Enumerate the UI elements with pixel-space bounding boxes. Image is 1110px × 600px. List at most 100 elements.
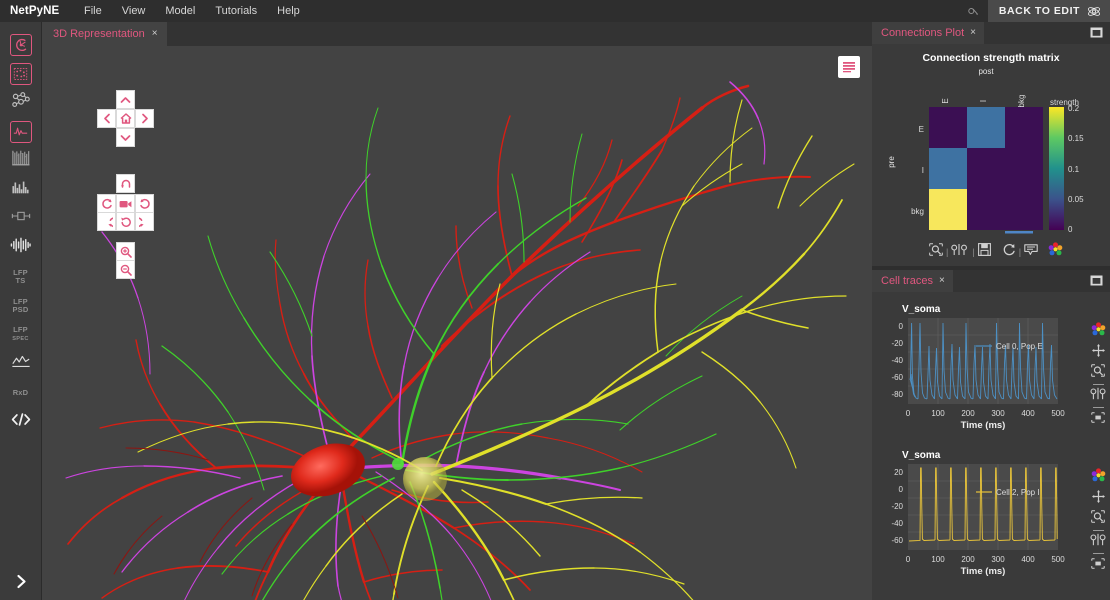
heatmap-xlabel: post [978, 67, 994, 76]
sidebar-item-rxd-icon[interactable]: RxD [0, 378, 42, 407]
menu-model[interactable]: Model [155, 0, 205, 22]
connections-plot-body: Connection strength matrix post E I bkg … [872, 44, 1110, 266]
zoom-region-icon[interactable] [1091, 364, 1105, 382]
right-panel-column: Connections Plot × Connection strength m… [872, 22, 1110, 600]
zoom-out-button[interactable] [116, 260, 135, 279]
connections-plot-header: Connections Plot × [872, 22, 1110, 44]
back-to-edit-button[interactable]: BACK TO EDIT [988, 0, 1110, 22]
home-view-button[interactable] [116, 109, 135, 128]
tab-3d-representation[interactable]: 3D Representation × [42, 22, 167, 46]
maximize-icon[interactable] [1089, 274, 1103, 286]
network-icon [10, 34, 32, 56]
trace-1-xtick-5: 500 [1051, 409, 1065, 418]
sidebar-item-lfp-ts-icon[interactable]: LFPTS [0, 262, 42, 291]
sidebar-item-spike-stats-icon[interactable] [0, 204, 42, 233]
heatmap-xtick-2: bkg [1017, 95, 1026, 108]
close-icon[interactable]: × [152, 29, 158, 39]
trace-2-ytick-4: -60 [891, 536, 903, 545]
pan-up-button[interactable] [116, 90, 135, 109]
sidebar-item-lfp-psd-icon[interactable]: LFPPSD [0, 291, 42, 320]
cell-traces-header: Cell traces × [872, 270, 1110, 292]
3d-canvas[interactable] [42, 46, 872, 600]
viewport-list-menu-button[interactable] [838, 56, 860, 78]
comment-icon[interactable] [1024, 243, 1038, 261]
menu-file[interactable]: File [74, 0, 112, 22]
pan-left-button[interactable] [97, 109, 116, 128]
neuron-morphology [42, 46, 872, 600]
toolbar-sep-1: | [946, 247, 948, 257]
pan-right-button[interactable] [135, 109, 154, 128]
pan-icon[interactable] [951, 243, 969, 261]
python-kernel-icon[interactable] [960, 0, 988, 22]
sidebar-item-network-icon[interactable] [0, 30, 42, 59]
lfp-spec-label: LFPSPEC [12, 326, 28, 343]
rotate-cw-button[interactable] [135, 194, 154, 213]
heatmap-xtick-0: E [941, 98, 950, 103]
sidebar-item-connectivity-icon[interactable] [0, 88, 42, 117]
sidebar-item-traces-icon[interactable] [0, 117, 42, 146]
trace-2-ytick-1: 0 [899, 485, 904, 494]
rotate-right-button[interactable] [135, 212, 154, 231]
trace-2-xtick-1: 100 [931, 555, 945, 564]
trace-2-xlabel: Time (ms) [961, 566, 1006, 577]
cell-traces-body: V_soma 0 -20 -40 -60 -80 0 100 200 300 [872, 292, 1110, 600]
move-icon[interactable] [1092, 344, 1105, 362]
settings-icon[interactable] [1090, 533, 1106, 551]
pan-down-button[interactable] [116, 128, 135, 147]
sidebar-item-histogram-icon[interactable] [0, 175, 42, 204]
camera-button[interactable] [116, 194, 135, 213]
sidebar-item-grid-plot-icon[interactable] [0, 59, 42, 88]
save-icon[interactable] [978, 243, 991, 261]
trace-2-ytick-2: -20 [891, 502, 903, 511]
sidebar-item-granger-icon[interactable] [0, 349, 42, 378]
tab-cell-traces[interactable]: Cell traces × [872, 270, 953, 292]
trace-2-xtick-0: 0 [906, 555, 911, 564]
histogram-icon [11, 178, 31, 201]
trace-1-toolbar [1090, 322, 1106, 428]
menu-view[interactable]: View [112, 0, 156, 22]
tab-connections-plot[interactable]: Connections Plot × [872, 22, 984, 44]
viewport-tabbar: 3D Representation × [42, 22, 872, 46]
trace-1-legend-label: Cell 0, Pop E [996, 342, 1043, 351]
trace-2-ytick-0: 20 [894, 468, 903, 477]
settings-icon[interactable] [1090, 387, 1106, 405]
sidebar-item-waveform-icon[interactable] [0, 233, 42, 262]
sidebar-item-lfp-spec-icon[interactable]: LFPSPEC [0, 320, 42, 349]
color-wheel-icon[interactable] [1091, 322, 1106, 342]
reset-view-icon[interactable] [1091, 410, 1105, 428]
zoom-region-icon[interactable] [929, 243, 943, 261]
trace-1-ytick-4: -80 [891, 390, 903, 399]
color-wheel-icon[interactable] [1048, 242, 1063, 262]
rotate-left-button[interactable] [97, 212, 116, 231]
connectivity-icon [11, 91, 31, 114]
refresh-icon[interactable] [1002, 243, 1016, 261]
reset-rotation-button[interactable] [116, 212, 135, 231]
sidebar-item-raster-icon[interactable] [0, 146, 42, 175]
waveform-icon [10, 237, 31, 258]
toolbar-divider-1 [1093, 384, 1104, 385]
connections-plot-panel: Connections Plot × Connection strength m… [872, 22, 1110, 266]
zoom-region-icon[interactable] [1091, 510, 1105, 528]
sidebar-item-code-icon[interactable] [0, 407, 42, 436]
lfp-psd-label: LFPPSD [12, 298, 28, 314]
rotate-up-button[interactable] [116, 174, 135, 193]
connection-strength-heatmap[interactable]: post E I bkg pre E I bkg [872, 62, 1110, 258]
close-icon[interactable]: × [939, 276, 945, 286]
colorbar-tick-0: 0.2 [1068, 104, 1080, 113]
sidebar-expand-button[interactable] [0, 562, 42, 600]
close-icon[interactable]: × [970, 28, 976, 38]
toolbar-divider-2 [1093, 407, 1104, 408]
rotate-ccw-button[interactable] [97, 194, 116, 213]
trace-1-ytick-2: -40 [891, 356, 903, 365]
color-wheel-icon[interactable] [1091, 468, 1106, 488]
move-icon[interactable] [1092, 490, 1105, 508]
menu-tutorials[interactable]: Tutorials [205, 0, 267, 22]
trace-1-ytick-3: -60 [891, 373, 903, 382]
zoom-in-button[interactable] [116, 242, 135, 261]
trace-1-xtick-2: 200 [961, 409, 975, 418]
trace-1-xtick-0: 0 [906, 409, 911, 418]
reset-view-icon[interactable] [1091, 556, 1105, 574]
raster-icon [11, 149, 31, 172]
menu-help[interactable]: Help [267, 0, 310, 22]
maximize-icon[interactable] [1089, 26, 1103, 38]
